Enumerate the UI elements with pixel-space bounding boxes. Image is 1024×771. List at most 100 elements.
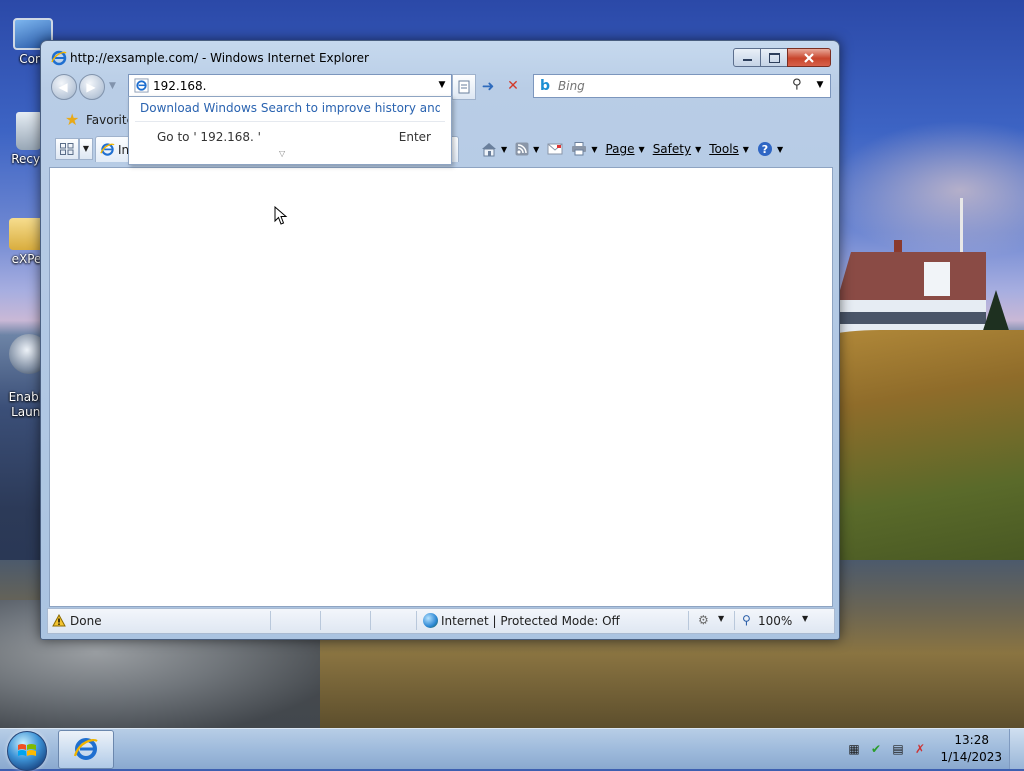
mouse-cursor-icon (274, 206, 288, 225)
favorites-star-icon: ★ (65, 110, 80, 129)
chevron-down-icon: ▼ (776, 144, 784, 154)
go-arrow-icon: ➜ (481, 77, 495, 95)
system-tray: ▦ ✔ ▤ ✗ 13:28 1/14/2023 (834, 729, 1024, 769)
forward-arrow-icon: ▶ (86, 80, 96, 94)
maximize-button[interactable] (760, 48, 788, 67)
taskbar-ie-button[interactable] (58, 730, 114, 769)
page-menu[interactable]: Page ▼ (601, 138, 648, 160)
popup-blocker-icon[interactable]: ⚙ (698, 613, 714, 629)
chevron-down-icon: ▼ (695, 144, 702, 154)
search-options-dropdown[interactable]: ▼ (814, 78, 826, 92)
clock-date[interactable]: 1/14/2023 (940, 750, 1002, 764)
show-desktop-button[interactable] (1009, 729, 1024, 769)
status-divider (370, 611, 371, 630)
safety-menu[interactable]: Safety ▼ (649, 138, 706, 160)
mail-icon (547, 143, 563, 155)
start-button[interactable] (7, 731, 47, 771)
read-mail-button[interactable] (543, 138, 567, 160)
tools-menu-label: Tools (709, 142, 739, 156)
back-button[interactable]: ◀ (51, 74, 77, 100)
enter-hint: Enter (398, 130, 431, 144)
caption-buttons (733, 48, 831, 67)
address-dropdown-icon[interactable]: ▼ (435, 78, 449, 92)
volume-muted-icon[interactable]: ✗ (912, 741, 928, 757)
search-box[interactable]: b ⚲ ▼ (533, 74, 831, 98)
printer-icon (572, 142, 587, 156)
home-icon (482, 142, 496, 156)
zoom-level[interactable]: 100% (758, 614, 792, 628)
recycle-bin-icon (16, 112, 42, 150)
safety-menu-label: Safety (652, 142, 692, 156)
windows-logo-icon (18, 744, 36, 756)
compatibility-icon (458, 80, 470, 94)
ie-logo-icon (51, 50, 67, 66)
home-button[interactable]: ▼ (477, 138, 511, 160)
taskbar: ▦ ✔ ▤ ✗ 13:28 1/14/2023 (0, 728, 1024, 771)
expand-chevron-icon[interactable]: ▽ (279, 149, 285, 158)
feeds-button[interactable]: ▼ (511, 138, 543, 160)
status-divider (320, 611, 321, 630)
stop-icon: ✕ (507, 78, 519, 94)
windows-search-link[interactable]: Download Windows Search to improve histo… (140, 101, 440, 115)
bing-logo-icon: b (540, 78, 551, 94)
help-icon: ? (757, 142, 772, 156)
chevron-down-icon: ▼ (533, 144, 540, 154)
chevron-down-icon: ▼ (501, 144, 508, 154)
tools-menu[interactable]: Tools ▼ (705, 138, 753, 160)
svg-text:?: ? (762, 143, 768, 156)
title-bar[interactable]: http://exsample.com/ - Windows Internet … (41, 41, 839, 71)
status-divider (734, 611, 735, 630)
recent-pages-dropdown[interactable]: ▼ (109, 81, 117, 91)
status-divider (416, 611, 417, 630)
chevron-down-icon: ▼ (591, 144, 598, 154)
zoom-dropdown[interactable]: ▼ (802, 614, 808, 623)
back-arrow-icon: ◀ (58, 80, 68, 94)
quick-tabs-icon (60, 143, 74, 155)
restore-icon (768, 52, 780, 63)
action-center-icon[interactable]: ▦ (846, 741, 862, 757)
minimize-button[interactable] (733, 48, 761, 67)
compatibility-view-button[interactable] (452, 74, 476, 100)
rss-feed-icon (515, 142, 529, 156)
forward-button[interactable]: ▶ (79, 74, 105, 100)
stop-button[interactable]: ✕ (502, 74, 524, 98)
quick-tabs-button[interactable] (55, 138, 79, 160)
page-content[interactable] (49, 167, 833, 607)
go-button[interactable]: ➜ (477, 74, 499, 98)
chevron-down-icon: ▼ (742, 144, 749, 154)
status-divider (688, 611, 689, 630)
window-title: http://exsample.com/ - Windows Internet … (70, 51, 369, 65)
page-icon (134, 78, 149, 93)
minimize-icon (742, 59, 752, 61)
command-buttons: ▼ ▼ ▼ Page ▼ Safety ▼ Tools ▼ ? ▼ (477, 137, 787, 161)
clock-time[interactable]: 13:28 (954, 733, 989, 747)
security-check-icon[interactable]: ✔ (868, 741, 884, 757)
chevron-down-icon: ▼ (638, 144, 645, 154)
internet-globe-icon (423, 613, 438, 628)
zoom-icon: ⚲ (742, 613, 751, 627)
network-icon[interactable]: ▤ (890, 741, 906, 757)
page-menu-label: Page (605, 142, 635, 156)
status-divider (270, 611, 271, 630)
print-button[interactable]: ▼ (567, 138, 601, 160)
status-text: Done (70, 614, 102, 628)
tab-list-dropdown[interactable]: ▼ (79, 138, 93, 160)
status-bar: Done Internet | Protected Mode: Off ⚙ ▼ … (47, 608, 835, 634)
address-bar[interactable]: ▼ (128, 74, 452, 98)
goto-suggestion[interactable]: Go to ' 192.168. ' (157, 130, 261, 144)
autocomplete-divider (135, 121, 445, 122)
address-autocomplete: Download Windows Search to improve histo… (128, 96, 452, 165)
close-button[interactable] (787, 48, 831, 67)
favorites-button[interactable]: Favorite (86, 113, 134, 127)
ie-tab-icon (100, 143, 115, 156)
chevron-down-icon[interactable]: ▼ (718, 614, 724, 623)
search-input[interactable] (558, 76, 778, 95)
security-zone[interactable]: Internet | Protected Mode: Off (441, 614, 620, 628)
address-input[interactable] (153, 76, 423, 95)
sky-glow (830, 120, 1024, 260)
warning-icon (52, 614, 66, 627)
help-button[interactable]: ? ▼ (753, 138, 787, 160)
ie-logo-icon (73, 738, 98, 760)
search-icon[interactable]: ⚲ (792, 77, 808, 93)
close-icon (804, 52, 814, 63)
